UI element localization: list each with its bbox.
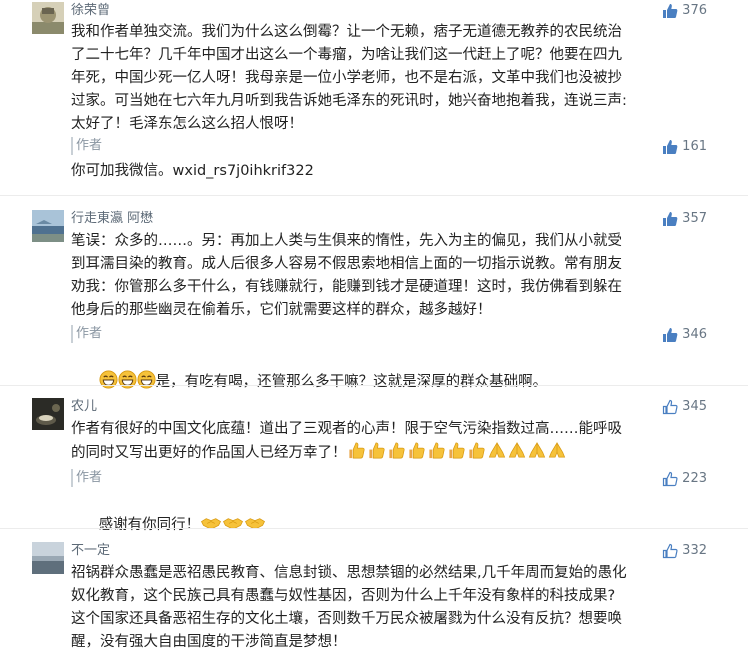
- handshake-icon: [222, 513, 244, 540]
- comment: 不一定 332 祒锅群众愚蠢是恶祒愚民教育、信息封锁、思想禁锢的必然结果,几千年…: [0, 540, 748, 653]
- comment-separator: [0, 385, 748, 386]
- comment: 农儿 345 作者有很好的中国文化底蕴！道出了三观者的心声！限于空气污染指数过高…: [0, 396, 748, 533]
- comment-line: 年死，中国少死一亿人呀！我母亲是一位小学老师，也不是右派，文革中我们也没被抄: [71, 70, 622, 86]
- comment-separator: [0, 195, 748, 196]
- thumbs-up-outline-icon: [662, 399, 678, 415]
- thumbs-up-emoji-icon: [467, 441, 487, 468]
- comment-line-text: 的同时又写出更好的作品国人已经万幸了！: [71, 445, 347, 461]
- like-button[interactable]: 357: [662, 210, 707, 228]
- reply-divider: [71, 325, 73, 343]
- comment-line: 他身后的那些幽灵在偷着乐，它们就需要这样的群众，越多越好！: [71, 302, 492, 318]
- reply-like-button[interactable]: 161: [662, 138, 707, 156]
- thumbs-up-emoji-icon: [367, 441, 387, 468]
- comment-line: 作者有很好的中国文化底蕴！道出了三观者的心声！限于空气污染指数过高……能呼吸: [71, 421, 622, 437]
- thumbs-up-icon: [662, 3, 678, 19]
- comment-line: 过家。可当她在七六年九月听到我告诉她毛泽东的死讯时，她兴奋地抱着我，连说三声:: [71, 93, 627, 109]
- comment-line: 了二十七年？几千年中国才出这么一个毒瘤，为啥让我们这一代赶上了呢？他要在四九: [71, 47, 622, 63]
- reply-like-button[interactable]: 346: [662, 326, 707, 344]
- avatar[interactable]: [32, 542, 64, 574]
- like-count: 161: [682, 139, 707, 154]
- thumbs-up-outline-icon: [662, 543, 678, 559]
- thumbs-up-icon: [662, 139, 678, 155]
- grinning-face-icon: [137, 370, 156, 397]
- thumbs-up-emoji-icon: [387, 441, 407, 468]
- thumbs-up-emoji-icon: [427, 441, 447, 468]
- like-count: 357: [682, 211, 707, 226]
- comment-line: 我和作者单独交流。我们为什么这么倒霉？让一个无赖，痞子无道德无教养的农民统治: [71, 24, 622, 40]
- like-count: 346: [682, 327, 707, 342]
- folded-hands-icon: [547, 441, 567, 468]
- comment-line: 祒锅群众愚蠢是恶祒愚民教育、信息封锁、思想禁锢的必然结果,几千年周而复始的愚化: [71, 565, 627, 581]
- comment-line: 醒，没有强大自由国度的干涉简直是梦想！: [71, 634, 347, 650]
- comment-text: 祒锅群众愚蠢是恶祒愚民教育、信息封锁、思想禁锢的必然结果,几千年周而复始的愚化奴…: [71, 562, 711, 654]
- thumbs-up-icon: [662, 211, 678, 227]
- reply-text: 你可加我微信。wxid_rs7j0ihkrif322: [71, 163, 314, 179]
- folded-hands-icon: [487, 441, 507, 468]
- comment-line: 奴化教育，这个民族己具有愚蠢与奴性基因，否则为什么上千年没有象样的科技成果?: [71, 588, 616, 604]
- reply-author: 作者: [76, 326, 103, 341]
- comment-line: 劝我：你管那么多干什么，有钱赚就行，能赚到钱才是硬道理！这时，我仿佛看到躲在: [71, 279, 622, 295]
- avatar[interactable]: [32, 2, 64, 34]
- comment-author[interactable]: 农儿: [71, 398, 97, 416]
- thumbs-up-emoji-icon: [447, 441, 467, 468]
- like-count: 332: [682, 543, 707, 558]
- like-count: 376: [682, 3, 707, 18]
- comment-separator: [0, 528, 748, 529]
- thumbs-up-emoji-icon: [347, 441, 367, 468]
- like-button[interactable]: 332: [662, 542, 707, 560]
- avatar[interactable]: [32, 398, 64, 430]
- reply-author: 作者: [76, 138, 103, 153]
- reply-author: 作者: [76, 470, 103, 485]
- comment-text: 我和作者单独交流。我们为什么这么倒霉？让一个无赖，痞子无道德无教养的农民统治 了二…: [71, 21, 711, 136]
- comment-author[interactable]: 徐荣曾: [71, 2, 110, 20]
- comment-line: 的同时又写出更好的作品国人已经万幸了！: [71, 441, 711, 468]
- thumbs-up-icon: [662, 327, 678, 343]
- comment-author[interactable]: 不一定: [71, 542, 110, 560]
- like-button[interactable]: 376: [662, 2, 707, 20]
- comment-line: 笔误：众多的……。另：再加上人类与生俱来的惰性，先入为主的偏见，我们从小就受: [71, 233, 622, 249]
- comment-text: 笔误：众多的……。另：再加上人类与生俱来的惰性，先入为主的偏见，我们从小就受 到耳…: [71, 230, 711, 322]
- folded-hands-icon: [507, 441, 527, 468]
- comment-line: 到耳濡目染的教育。成人后很多人容易不假思索地相信上面的一切指示说教。常有朋友: [71, 256, 622, 272]
- folded-hands-icon: [527, 441, 547, 468]
- comment-line: 这个国家还具备恶祒生存的文化土壤，否则数千万民众被屠戮为什么没有反抗？想要唤: [71, 611, 622, 627]
- comment-line: 太好了！毛泽东怎么这么招人恨呀！: [71, 116, 303, 132]
- comment: 徐荣曾 376 我和作者单独交流。我们为什么这么倒霉？让一个无赖，痞子无道德无教…: [0, 0, 748, 190]
- comment-author[interactable]: 行走東瀛 阿懋: [71, 210, 153, 228]
- comment-list: 徐荣曾 376 我和作者单独交流。我们为什么这么倒霉？让一个无赖，痞子无道德无教…: [0, 0, 748, 653]
- handshake-icon: [200, 513, 222, 540]
- grinning-face-icon: [99, 370, 118, 397]
- like-count: 345: [682, 399, 707, 414]
- grinning-face-icon: [118, 370, 137, 397]
- comment: 行走東瀛 阿懋 357 笔误：众多的……。另：再加上人类与生俱来的惰性，先入为主…: [0, 208, 748, 390]
- handshake-icon: [244, 513, 266, 540]
- like-button[interactable]: 345: [662, 398, 707, 416]
- reply-divider: [71, 137, 73, 155]
- reply-like-button[interactable]: 223: [662, 470, 707, 488]
- comment-text: 作者有很好的中国文化底蕴！道出了三观者的心声！限于空气污染指数过高……能呼吸 的同…: [71, 418, 711, 468]
- avatar[interactable]: [32, 210, 64, 242]
- like-count: 223: [682, 471, 707, 486]
- reply-divider: [71, 469, 73, 487]
- reply-text-content: 感谢有你同行！: [98, 517, 201, 533]
- thumbs-up-outline-icon: [662, 471, 678, 487]
- thumbs-up-emoji-icon: [407, 441, 427, 468]
- reply-text-content: 是，有吃有喝，还管那么多干嘛？这就是深厚的群众基础啊。: [155, 374, 548, 390]
